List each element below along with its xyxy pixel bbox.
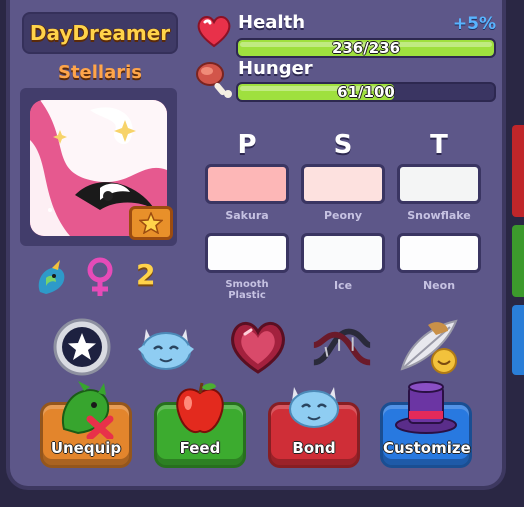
swatch-label: Smooth Plastic bbox=[225, 279, 269, 301]
material-swatch-neon[interactable] bbox=[397, 233, 481, 273]
owner-name: DayDreamer bbox=[29, 21, 171, 45]
feather-hat-icon[interactable] bbox=[398, 315, 462, 379]
column-header-s: S bbox=[333, 130, 353, 160]
swatch-label: Ice bbox=[333, 279, 353, 292]
color-swatch-sakura[interactable] bbox=[205, 164, 289, 204]
side-tab-blue[interactable] bbox=[512, 305, 524, 375]
top-hat-icon bbox=[383, 379, 469, 435]
hunger-label: Hunger bbox=[238, 58, 313, 79]
color-swatch-peony[interactable] bbox=[301, 164, 385, 204]
side-tab-red[interactable] bbox=[512, 125, 524, 217]
unequip-button[interactable]: Unequip bbox=[40, 381, 132, 468]
material-swatch-ice[interactable] bbox=[301, 233, 385, 273]
column-header-p: P bbox=[237, 130, 257, 160]
health-value: 236/236 bbox=[331, 39, 401, 57]
dragon-unequip-icon bbox=[43, 379, 129, 439]
heart-gem-icon[interactable] bbox=[226, 315, 290, 379]
swatch-label: Snowflake bbox=[407, 209, 471, 222]
star-icon bbox=[139, 212, 163, 234]
pet-age: 2 bbox=[136, 258, 156, 291]
dragon-species-icon bbox=[38, 260, 65, 294]
star-rank-icon[interactable] bbox=[50, 315, 114, 379]
species-icon-slot bbox=[30, 256, 74, 300]
feed-label: Feed bbox=[179, 439, 221, 457]
dragon-face-icon bbox=[271, 379, 357, 433]
column-header-t: T bbox=[430, 130, 448, 160]
hunger-value: 61/100 bbox=[337, 83, 395, 101]
side-tab-green[interactable] bbox=[512, 225, 524, 297]
owner-name-plate: DayDreamer bbox=[22, 12, 178, 54]
apple-icon bbox=[157, 379, 243, 437]
color-swatch-snowflake[interactable] bbox=[397, 164, 481, 204]
heart-icon bbox=[196, 14, 232, 52]
swatch-label: Peony bbox=[323, 209, 363, 222]
legendary-star-badge bbox=[129, 206, 173, 240]
swatch-label: Sakura bbox=[225, 209, 269, 222]
bond-label: Bond bbox=[292, 439, 336, 457]
unequip-label: Unequip bbox=[50, 439, 122, 457]
feed-button[interactable]: Feed bbox=[154, 382, 246, 468]
customize-button[interactable]: Customize bbox=[380, 381, 472, 468]
health-label: Health bbox=[238, 12, 306, 33]
gender-icon-slot bbox=[84, 256, 116, 300]
dragon-face-icon[interactable] bbox=[134, 315, 198, 379]
dna-icon[interactable] bbox=[310, 315, 374, 379]
pet-name: Stellaris bbox=[57, 62, 143, 83]
stat-bonus: +5% bbox=[452, 14, 496, 34]
customize-label: Customize bbox=[383, 439, 471, 457]
swatch-label: Neon bbox=[422, 279, 456, 292]
pet-portrait-frame bbox=[20, 88, 177, 246]
health-bar: 236/236 bbox=[236, 38, 496, 58]
bond-button[interactable]: Bond bbox=[268, 387, 360, 468]
hunger-bar: 61/100 bbox=[236, 82, 496, 102]
meat-icon bbox=[192, 58, 234, 104]
female-gender-icon bbox=[87, 257, 113, 296]
material-swatch-smooth-plastic[interactable] bbox=[205, 233, 289, 273]
